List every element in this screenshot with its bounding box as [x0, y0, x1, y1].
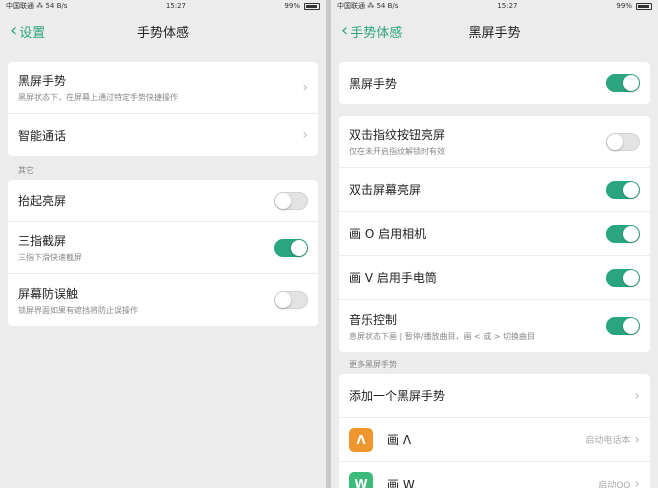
music-control-toggle[interactable]	[606, 317, 640, 335]
item-title: 智能通话	[18, 128, 67, 143]
list-item-add-gesture[interactable]: 添加一个黑屏手势 ›	[339, 374, 650, 418]
draw-v-flashlight-toggle[interactable]	[606, 268, 640, 287]
item-subtitle: 息屏状态下画 | 暂停/播放曲目，画 < 或 > 切换曲目	[349, 331, 536, 341]
list-item-raise-to-wake: 抬起亮屏	[8, 180, 318, 222]
other-group: 抬起亮屏 三指截屏 三指下滑快速截屏 屏幕防误触 锁屏界面如果有遮挡将防止误操作	[8, 180, 318, 326]
chevron-right-icon: ›	[302, 79, 308, 96]
raise-to-wake-toggle[interactable]	[274, 191, 308, 210]
chevron-right-icon: ›	[634, 431, 640, 448]
toggle-knob	[607, 133, 623, 150]
nav-bar: ‹ 手势体感 黑屏手势	[331, 12, 658, 50]
chevron-right-icon: ›	[634, 476, 640, 488]
toggle-knob	[623, 181, 639, 198]
battery-icon	[303, 2, 320, 10]
item-title: 画 O 启用相机	[349, 227, 427, 241]
status-bar: 中国联通 ⁂ 54 B/s 15:27 99%	[0, 0, 326, 12]
screen-off-gestures-toggle[interactable]	[606, 74, 640, 92]
status-time: 15:27	[165, 2, 186, 10]
status-time: 15:27	[497, 2, 518, 10]
page-title: 手势体感	[136, 25, 189, 41]
gesture-settings-screen: 中国联通 ⁂ 54 B/s 15:27 99% ‹ 设置 手势体感 黑屏手势 黑…	[0, 0, 326, 488]
list-item-music-control: 音乐控制 息屏状态下画 | 暂停/播放曲目，画 < 或 > 切换曲目	[339, 300, 650, 352]
double-tap-screen-toggle[interactable]	[606, 180, 640, 199]
toggle-knob	[623, 269, 639, 286]
more-gestures-group: 添加一个黑屏手势 › Λ 画 Λ 启动电话本 › W 画 W 启动QQ ›	[339, 374, 650, 488]
item-title: 画 V 启用手电筒	[349, 271, 437, 285]
item-hint: 启动QQ	[598, 480, 631, 488]
double-tap-fingerprint-toggle[interactable]	[606, 132, 640, 151]
gesture-w-icon: W	[349, 472, 373, 488]
toggle-knob	[623, 318, 639, 334]
battery-icon	[635, 2, 652, 10]
carrier-network-text: 中国联通 ⁂ 54 B/s	[6, 2, 68, 10]
chevron-left-icon: ‹	[341, 20, 349, 41]
item-subtitle: 三指下滑快速截屏	[18, 253, 82, 262]
list-item-double-tap-fingerprint: 双击指纹按钮亮屏 仅在未开启指纹解锁时有效	[339, 116, 650, 168]
item-title: 双击指纹按钮亮屏	[349, 128, 446, 142]
list-item-draw-o-camera: 画 O 启用相机	[339, 212, 650, 256]
list-item-three-finger-screenshot: 三指截屏 三指下滑快速截屏	[8, 222, 318, 274]
list-item-screen-off-gestures[interactable]: 黑屏手势 黑屏状态下，在屏幕上通过特定手势快捷操作 ›	[8, 62, 318, 114]
toggle-knob	[623, 75, 639, 91]
item-hint: 启动电话本	[585, 436, 631, 446]
page-title: 黑屏手势	[468, 25, 521, 41]
toggle-knob	[291, 239, 307, 256]
item-title: 黑屏手势	[349, 76, 398, 91]
item-title: 添加一个黑屏手势	[349, 389, 446, 403]
list-item-custom-gesture[interactable]: W 画 W 启动QQ ›	[339, 462, 650, 488]
toggle-knob	[275, 292, 291, 308]
chevron-right-icon: ›	[634, 387, 640, 404]
chevron-left-icon: ‹	[10, 20, 18, 41]
section-label-other: 其它	[18, 166, 34, 175]
nav-bar: ‹ 设置 手势体感	[0, 12, 326, 50]
gesture-lambda-icon: Λ	[349, 427, 373, 452]
toggle-knob	[275, 192, 291, 209]
back-label: 手势体感	[350, 25, 403, 41]
item-title: 音乐控制	[349, 312, 398, 327]
item-title: 画 Λ	[387, 433, 412, 447]
back-button[interactable]: ‹ 设置	[10, 12, 45, 50]
list-item-smart-call[interactable]: 智能通话 ›	[8, 114, 318, 156]
item-subtitle: 黑屏状态下，在屏幕上通过特定手势快捷操作	[18, 93, 178, 102]
master-group: 黑屏手势	[339, 62, 650, 104]
back-label: 设置	[19, 25, 46, 41]
carrier-network-text: 中国联通 ⁂ 54 B/s	[337, 2, 399, 10]
item-title: 三指截屏	[18, 234, 67, 248]
list-item-screen-off-gestures-master: 黑屏手势	[339, 62, 650, 104]
chevron-right-icon: ›	[302, 127, 308, 143]
battery-percent: 99%	[284, 2, 300, 10]
item-subtitle: 仅在未开启指纹解锁时有效	[349, 147, 445, 156]
list-item-draw-v-flashlight: 画 V 启用手电筒	[339, 256, 650, 300]
item-title: 屏幕防误触	[18, 286, 79, 301]
gesture-group: 黑屏手势 黑屏状态下，在屏幕上通过特定手势快捷操作 › 智能通话 ›	[8, 62, 318, 156]
pocket-mode-toggle[interactable]	[274, 291, 308, 309]
item-title: 双击屏幕亮屏	[349, 183, 422, 197]
list-item-custom-gesture[interactable]: Λ 画 Λ 启动电话本 ›	[339, 418, 650, 462]
section-label-more: 更多黑屏手势	[349, 360, 397, 369]
draw-o-camera-toggle[interactable]	[606, 224, 640, 243]
item-title: 抬起亮屏	[18, 194, 67, 208]
status-bar: 中国联通 ⁂ 54 B/s 15:27 99%	[331, 0, 658, 12]
back-button[interactable]: ‹ 手势体感	[341, 12, 402, 50]
list-item-pocket-mode: 屏幕防误触 锁屏界面如果有遮挡将防止误操作	[8, 274, 318, 326]
item-title: 黑屏手势	[18, 74, 67, 88]
three-finger-screenshot-toggle[interactable]	[274, 238, 308, 257]
list-item-double-tap-screen: 双击屏幕亮屏	[339, 168, 650, 212]
item-subtitle: 锁屏界面如果有遮挡将防止误操作	[18, 305, 138, 315]
screen-off-gestures-screen: 中国联通 ⁂ 54 B/s 15:27 99% ‹ 手势体感 黑屏手势 黑屏手势…	[331, 0, 658, 488]
toggle-knob	[623, 225, 639, 242]
item-title: 画 W	[387, 477, 415, 488]
battery-percent: 99%	[616, 2, 632, 10]
gesture-options-group: 双击指纹按钮亮屏 仅在未开启指纹解锁时有效 双击屏幕亮屏 画 O 启用相机 画 …	[339, 116, 650, 352]
